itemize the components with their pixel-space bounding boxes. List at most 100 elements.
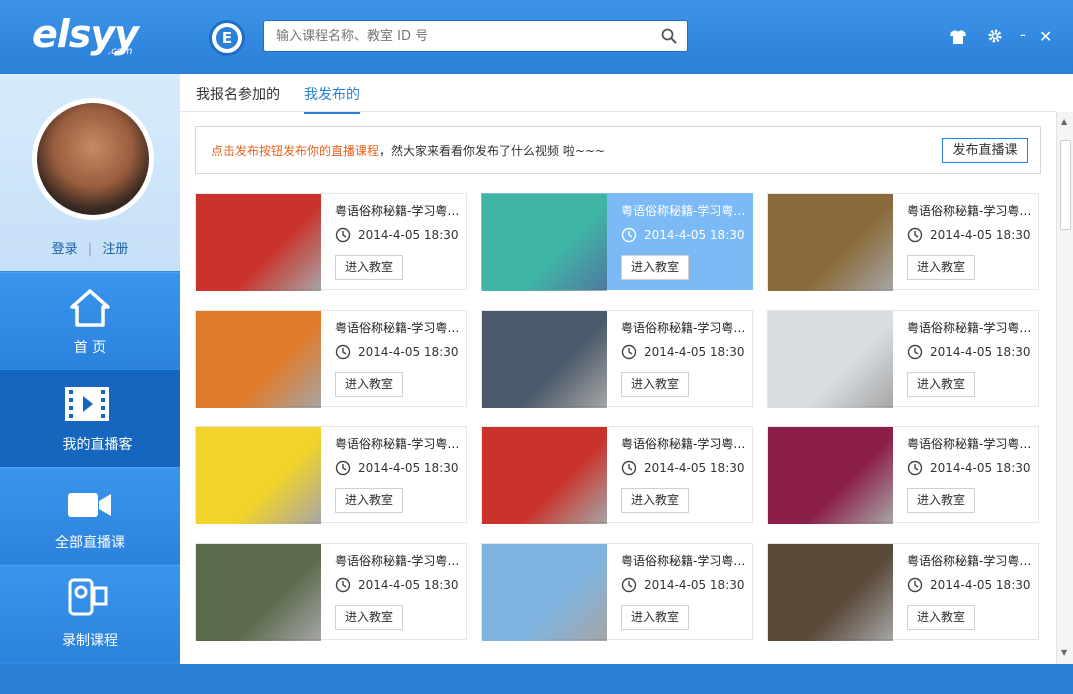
course-title[interactable]: 粤语俗称秘籍-学习粤…	[907, 552, 1031, 569]
publish-live-button[interactable]: 发布直播课	[942, 138, 1028, 163]
sidebar-item-home[interactable]: 首 页	[0, 272, 180, 369]
enter-classroom-button[interactable]: 进入教室	[335, 372, 403, 397]
course-card[interactable]: 粤语俗称秘籍-学习粤… 2014-4-05 18:30 进入教室	[481, 543, 753, 641]
search-icon[interactable]	[661, 28, 677, 44]
enter-classroom-button[interactable]: 进入教室	[907, 372, 975, 397]
clock-icon	[621, 577, 637, 593]
course-card[interactable]: 粤语俗称秘籍-学习粤… 2014-4-05 18:30 进入教室	[195, 426, 467, 524]
scroll-thumb[interactable]	[1060, 140, 1071, 230]
course-card[interactable]: 粤语俗称秘籍-学习粤… 2014-4-05 18:30 进入教室	[195, 310, 467, 408]
course-time: 2014-4-05 18:30	[644, 345, 745, 359]
enter-classroom-button[interactable]: 进入教室	[335, 255, 403, 280]
course-thumbnail[interactable]	[482, 544, 607, 641]
clock-icon	[907, 577, 923, 593]
enter-classroom-button[interactable]: 进入教室	[621, 488, 689, 513]
enter-classroom-button[interactable]: 进入教室	[335, 488, 403, 513]
auth-separator: |	[87, 242, 93, 257]
course-thumbnail[interactable]	[482, 194, 607, 291]
sidebar-item-my-live[interactable]: 我的直播客	[0, 370, 195, 467]
gear-icon[interactable]	[987, 28, 1003, 44]
enter-classroom-button[interactable]: 进入教室	[907, 255, 975, 280]
enter-classroom-button[interactable]: 进入教室	[907, 605, 975, 630]
clock-icon	[907, 460, 923, 476]
sidebar-item-all-live[interactable]: 全部直播课	[0, 467, 180, 564]
course-thumbnail[interactable]	[482, 311, 607, 408]
course-card[interactable]: 粤语俗称秘籍-学习粤… 2014-4-05 18:30 进入教室	[767, 543, 1039, 641]
enter-classroom-button[interactable]: 进入教室	[621, 605, 689, 630]
scroll-up-icon[interactable]: ▲	[1061, 117, 1067, 126]
search-box	[263, 20, 688, 52]
course-time: 2014-4-05 18:30	[930, 578, 1031, 592]
tab-enrolled[interactable]: 我报名参加的	[196, 84, 280, 112]
course-time: 2014-4-05 18:30	[358, 228, 459, 242]
course-card[interactable]: 粤语俗称秘籍-学习粤… 2014-4-05 18:30 进入教室	[195, 543, 467, 641]
search-input[interactable]	[264, 21, 654, 51]
course-card[interactable]: 粤语俗称秘籍-学习粤… 2014-4-05 18:30 进入教室	[195, 193, 467, 291]
clock-icon	[907, 227, 923, 243]
main-content: 我报名参加的 我发布的 点击发布按钮发布你的直播课程，然大家来看看你发布了什么视…	[180, 74, 1073, 664]
scroll-down-icon[interactable]: ▼	[1061, 648, 1067, 657]
course-card[interactable]: 粤语俗称秘籍-学习粤… 2014-4-05 18:30 进入教室	[767, 193, 1039, 291]
course-card[interactable]: 粤语俗称秘籍-学习粤… 2014-4-05 18:30 进入教室	[481, 193, 753, 291]
clock-icon	[907, 344, 923, 360]
course-thumbnail[interactable]	[768, 311, 893, 408]
course-title[interactable]: 粤语俗称秘籍-学习粤…	[335, 552, 459, 569]
course-title[interactable]: 粤语俗称秘籍-学习粤…	[621, 435, 745, 452]
course-card[interactable]: 粤语俗称秘籍-学习粤… 2014-4-05 18:30 进入教室	[481, 310, 753, 408]
sidebar-item-label: 全部直播课	[55, 535, 125, 551]
course-title[interactable]: 粤语俗称秘籍-学习粤…	[335, 319, 459, 336]
tab-bar: 我报名参加的 我发布的	[180, 74, 1056, 114]
enter-classroom-button[interactable]: 进入教室	[621, 255, 689, 280]
course-time: 2014-4-05 18:30	[358, 578, 459, 592]
course-thumbnail[interactable]	[196, 194, 321, 291]
course-thumbnail[interactable]	[196, 311, 321, 408]
course-thumbnail[interactable]	[768, 427, 893, 524]
minimize-button[interactable]: -	[1020, 26, 1026, 44]
enter-classroom-button[interactable]: 进入教室	[621, 372, 689, 397]
sidebar-item-recorded[interactable]: 录制课程	[0, 565, 180, 662]
course-title[interactable]: 粤语俗称秘籍-学习粤…	[907, 202, 1031, 219]
home-icon	[70, 289, 110, 327]
notice-message: 点击发布按钮发布你的直播课程，然大家来看看你发布了什么视频 啦~~~	[211, 142, 605, 159]
course-title[interactable]: 粤语俗称秘籍-学习粤…	[907, 319, 1031, 336]
register-link[interactable]: 注册	[102, 242, 128, 257]
login-link[interactable]: 登录	[52, 242, 78, 257]
notice-bar: 点击发布按钮发布你的直播课程，然大家来看看你发布了什么视频 啦~~~ 发布直播课	[195, 126, 1041, 174]
camcorder-icon	[68, 578, 108, 616]
course-title[interactable]: 粤语俗称秘籍-学习粤…	[335, 435, 459, 452]
course-thumbnail[interactable]	[482, 427, 607, 524]
notice-text: ，然大家来看看你发布了什么视频 啦~~~	[379, 144, 605, 158]
course-card[interactable]: 粤语俗称秘籍-学习粤… 2014-4-05 18:30 进入教室	[481, 426, 753, 524]
film-icon	[65, 387, 109, 421]
close-button[interactable]: ✕	[1039, 28, 1052, 46]
course-card[interactable]: 粤语俗称秘籍-学习粤… 2014-4-05 18:30 进入教室	[767, 310, 1039, 408]
course-time: 2014-4-05 18:30	[358, 461, 459, 475]
scrollbar[interactable]: ▲ ▼	[1056, 112, 1073, 664]
course-thumbnail[interactable]	[196, 544, 321, 641]
course-title[interactable]: 粤语俗称秘籍-学习粤…	[621, 552, 745, 569]
sidebar-item-label: 录制课程	[62, 633, 118, 649]
course-thumbnail[interactable]	[768, 544, 893, 641]
course-time: 2014-4-05 18:30	[644, 461, 745, 475]
enter-classroom-button[interactable]: 进入教室	[907, 488, 975, 513]
auth-links: 登录 | 注册	[0, 238, 180, 257]
sidebar-item-label: 首 页	[73, 340, 107, 356]
enter-classroom-button[interactable]: 进入教室	[335, 605, 403, 630]
course-title[interactable]: 粤语俗称秘籍-学习粤…	[907, 435, 1031, 452]
avatar[interactable]	[32, 98, 154, 220]
course-thumbnail[interactable]	[196, 427, 321, 524]
course-thumbnail[interactable]	[768, 194, 893, 291]
shirt-icon[interactable]	[950, 30, 966, 44]
tab-published[interactable]: 我发布的	[304, 84, 360, 114]
title-bar: elsyy .com E - ✕	[0, 0, 1073, 74]
user-profile: 登录 | 注册	[0, 74, 180, 271]
notice-highlight[interactable]: 点击发布按钮发布你的直播课程	[211, 144, 379, 158]
clock-icon	[335, 344, 351, 360]
course-title[interactable]: 粤语俗称秘籍-学习粤…	[621, 319, 745, 336]
e-badge-icon[interactable]: E	[209, 20, 245, 56]
clock-icon	[621, 227, 637, 243]
course-title[interactable]: 粤语俗称秘籍-学习粤…	[335, 202, 459, 219]
course-time: 2014-4-05 18:30	[930, 228, 1031, 242]
course-card[interactable]: 粤语俗称秘籍-学习粤… 2014-4-05 18:30 进入教室	[767, 426, 1039, 524]
course-title[interactable]: 粤语俗称秘籍-学习粤…	[621, 202, 745, 219]
